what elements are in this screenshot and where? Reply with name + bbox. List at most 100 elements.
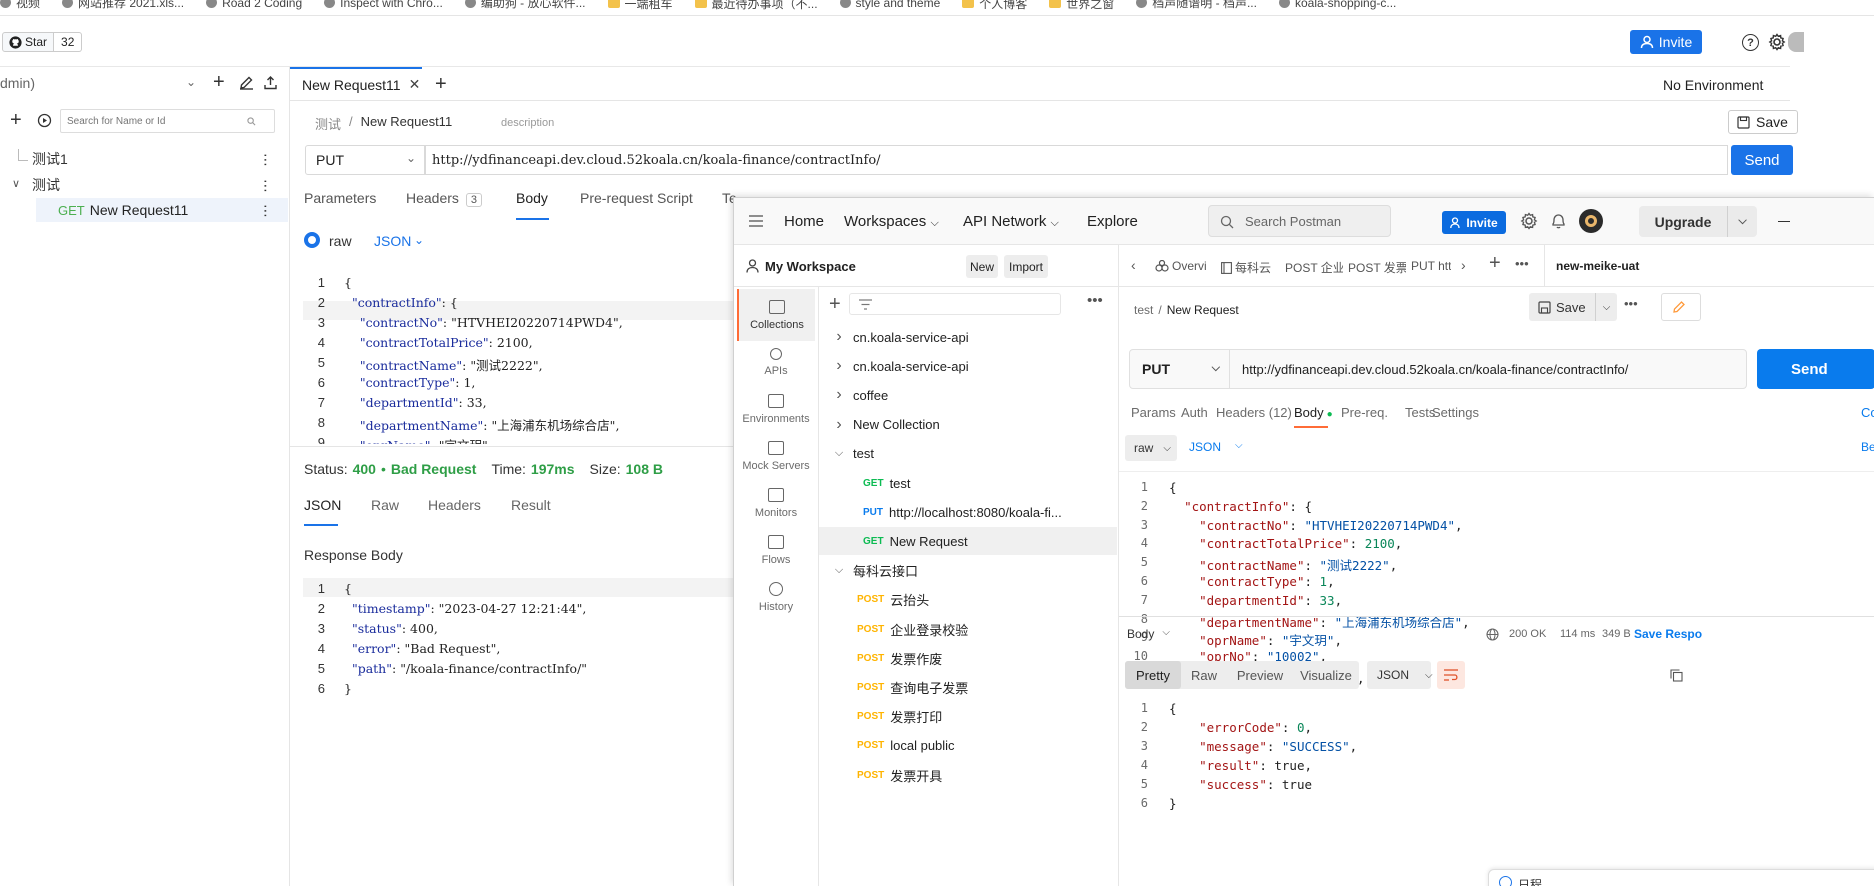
line-number: 5	[1140, 777, 1148, 791]
site-icon	[1136, 0, 1148, 8]
request-item[interactable]: POST 发票打印	[819, 703, 1117, 731]
nav-workspaces[interactable]: Workspaces ⌵	[844, 213, 939, 230]
request-item[interactable]: POST 发票作废	[819, 644, 1117, 672]
workspace-name[interactable]: My Workspace	[765, 259, 856, 274]
new-button[interactable]: New	[966, 255, 998, 278]
code-line: "result": true,	[1199, 758, 1313, 773]
hamburger-menu-icon[interactable]	[749, 215, 763, 227]
code-line: }	[1169, 796, 1177, 811]
send-button[interactable]: Send	[1731, 145, 1793, 175]
nav-home[interactable]: Home	[784, 213, 824, 230]
environments-icon	[768, 393, 784, 408]
chevron-down-icon: ⌵	[930, 217, 939, 229]
item-label: 查询电子发票	[890, 680, 969, 696]
postman-invite-button[interactable]: Invite	[1442, 211, 1506, 234]
settings-gear-icon[interactable]	[1768, 33, 1786, 51]
request-item[interactable]: POST 发票开具	[819, 761, 1117, 789]
request-item[interactable]: POST 查询电子发票	[819, 673, 1117, 701]
item-label: cn.koala-service-api	[853, 329, 969, 345]
bookmark-item[interactable]: style and theme	[839, 0, 940, 10]
import-button[interactable]: Import	[1004, 255, 1048, 278]
line-number: 5	[317, 661, 325, 676]
mock-servers-icon	[768, 440, 784, 455]
collection-item[interactable]: › coffee	[819, 381, 1117, 409]
folder-icon	[962, 0, 975, 8]
chevron-down-icon[interactable]: ⌵	[833, 564, 845, 577]
rail-item-mock-servers[interactable]: Mock Servers	[737, 430, 815, 482]
chevron-right-icon[interactable]: ›	[833, 328, 845, 346]
method-badge: POST	[857, 769, 885, 781]
bookmark-item[interactable]: 个人博客	[962, 0, 1027, 12]
chevron-down-icon[interactable]: ⌵	[833, 447, 845, 460]
postman-search[interactable]: Search Postman	[1208, 205, 1391, 237]
bookmark-item[interactable]: 世界之窗	[1049, 0, 1114, 12]
user-icon	[1640, 35, 1654, 49]
nav-api-network[interactable]: API Network ⌵	[963, 213, 1059, 230]
chevron-down-icon: ⌵	[1050, 217, 1059, 229]
collection-item[interactable]: › New Collection	[819, 411, 1117, 439]
item-label: 发票打印	[890, 710, 943, 726]
line-number: 6	[317, 681, 325, 696]
item-label: 发票作废	[890, 651, 943, 667]
chevron-right-icon[interactable]: ›	[833, 386, 845, 404]
code-line: "path": "/koala-finance/contractInfo/"	[351, 661, 588, 676]
calendar-popup[interactable]: 日程	[1488, 869, 1874, 886]
collection-item[interactable]: › cn.koala-service-api	[819, 352, 1117, 380]
monitors-icon	[768, 487, 784, 502]
chevron-down-icon[interactable]: ⌵	[1727, 206, 1757, 237]
rail-item-flows[interactable]: Flows	[737, 524, 815, 576]
line-number: 2	[1140, 720, 1148, 734]
upgrade-button[interactable]: Upgrade ⌵	[1639, 206, 1757, 237]
collections-icon	[769, 299, 785, 314]
request-item[interactable]: POST 云抬头	[819, 586, 1117, 614]
request-item[interactable]: GET test	[819, 469, 1117, 497]
code-line: }	[344, 681, 352, 696]
line-number: 3	[1140, 739, 1148, 753]
minimize-icon[interactable]	[1778, 221, 1790, 223]
chevron-right-icon[interactable]: ›	[833, 416, 845, 434]
line-number: 4	[317, 641, 325, 656]
item-label: 云抬头	[890, 593, 930, 609]
code-line: {	[344, 581, 352, 596]
rail-label: Collections	[750, 318, 804, 331]
request-item[interactable]: POST local public	[819, 732, 1117, 760]
user-avatar[interactable]	[1579, 209, 1603, 233]
invite-button[interactable]: Invite	[1630, 30, 1702, 54]
method-badge: POST	[857, 740, 885, 752]
item-label: test	[853, 446, 874, 462]
bookmark-item[interactable]: koala-shopping-c...	[1278, 0, 1396, 10]
code-line: {	[1169, 701, 1177, 716]
rail-item-monitors[interactable]: Monitors	[737, 477, 815, 529]
rail-item-collections[interactable]: Collections	[737, 289, 815, 341]
avatar[interactable]	[1788, 32, 1804, 52]
item-label: test	[889, 475, 911, 491]
help-icon[interactable]: ?	[1742, 34, 1759, 51]
bookmark-item[interactable]: 档声随谱明 - 档声...	[1136, 0, 1257, 11]
request-item[interactable]: PUT http://localhost:8080/koala-fi...	[819, 498, 1117, 526]
request-item[interactable]: GET New Request	[819, 527, 1117, 556]
avatar-icon	[1585, 215, 1597, 227]
folder-icon	[1049, 0, 1062, 8]
rail-label: APIs	[764, 364, 788, 377]
rail-item-environments[interactable]: Environments	[737, 383, 815, 435]
code-line: "error": "Bad Request",	[351, 641, 501, 656]
collection-item[interactable]: › cn.koala-service-api	[819, 323, 1117, 351]
environment-selector[interactable]: No Environment	[1663, 77, 1763, 93]
rail-label: Mock Servers	[742, 459, 810, 472]
save-button[interactable]: Save	[1728, 110, 1798, 134]
nav-explore[interactable]: Explore	[1087, 213, 1138, 230]
request-item[interactable]: POST 企业登录校验	[819, 615, 1117, 643]
settings-gear-icon[interactable]	[1520, 212, 1538, 230]
rail-item-apis[interactable]: APIs	[737, 336, 815, 388]
rail-item-history[interactable]: History	[737, 571, 815, 623]
chevron-right-icon[interactable]: ›	[833, 357, 845, 375]
code-line: "status": 400,	[351, 621, 438, 636]
collection-item[interactable]: ⌵ test	[819, 440, 1117, 468]
method-badge: POST	[857, 594, 885, 606]
notification-bell-icon[interactable]	[1551, 213, 1566, 229]
item-label: 每科云接口	[853, 564, 919, 580]
postman-window: Home Workspaces ⌵ API Network ⌵ Explore …	[733, 197, 1874, 886]
method-badge: POST	[857, 623, 885, 635]
method-badge: GET	[863, 535, 884, 547]
collection-item[interactable]: ⌵ 每科云接口	[819, 557, 1117, 585]
